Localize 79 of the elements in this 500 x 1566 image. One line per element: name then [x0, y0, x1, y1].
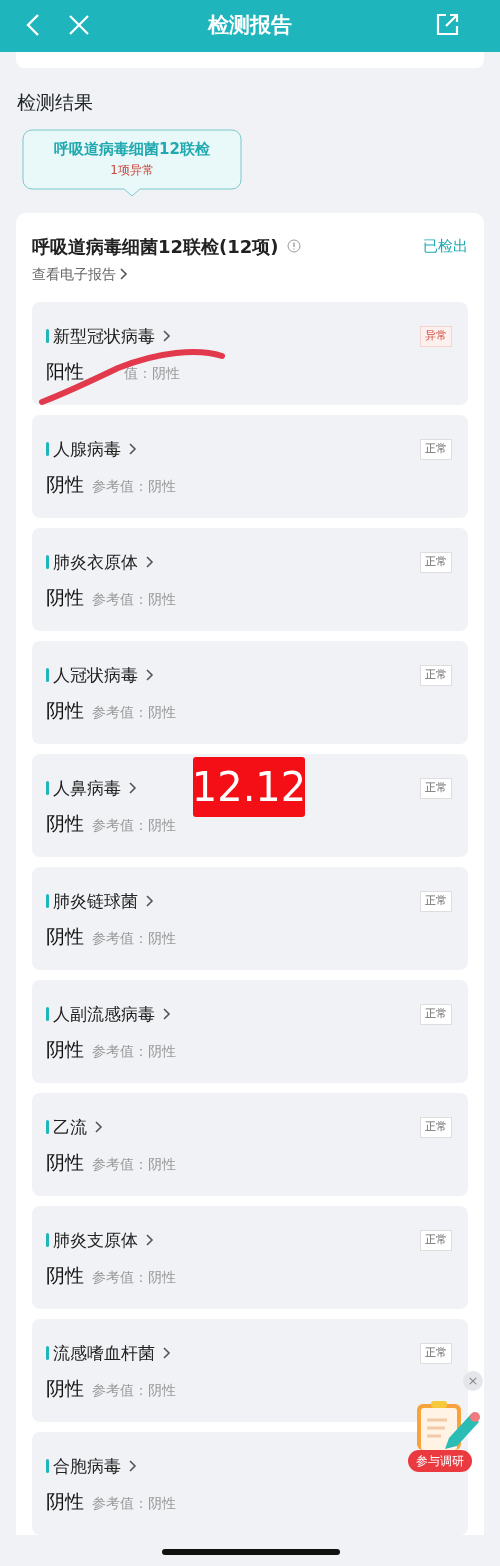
accent-bar: [46, 1007, 49, 1022]
status-tag: 正常: [420, 1004, 452, 1025]
result-text: 阴性: [46, 1150, 84, 1175]
chevron-right-icon: [146, 1234, 154, 1247]
reference-text: 参考值：阴性: [92, 1042, 176, 1061]
reference-text: 参考值：阴性: [92, 816, 176, 835]
accent-bar: [46, 781, 49, 796]
status-tag: 正常: [420, 778, 452, 799]
chevron-right-icon: [95, 1121, 103, 1134]
item-link[interactable]: 新型冠状病毒: [53, 323, 171, 349]
chevron-right-icon: [163, 1347, 171, 1360]
item-link[interactable]: 人腺病毒: [53, 436, 137, 462]
item-link[interactable]: 乙流: [53, 1114, 103, 1140]
status-tag: 异常: [420, 326, 452, 347]
item-link[interactable]: 肺炎衣原体: [53, 549, 154, 575]
chevron-right-icon: [163, 1008, 171, 1021]
reference-text: 参考值：阴性: [92, 1381, 176, 1400]
chevron-right-icon: [146, 669, 154, 682]
reference-text: 参考值：阴性: [92, 1268, 176, 1287]
accent-bar: [46, 1233, 49, 1248]
item-link[interactable]: 合胞病毒: [53, 1453, 137, 1479]
reference-text: 参考值：阴性: [92, 703, 176, 722]
result-text: 阴性: [46, 472, 84, 497]
chevron-right-icon: [163, 330, 171, 343]
accent-bar: [46, 894, 49, 909]
back-icon[interactable]: [26, 13, 40, 37]
close-icon[interactable]: [69, 15, 89, 35]
result-text: 阴性: [46, 1037, 84, 1062]
status-tag: 正常: [420, 439, 452, 460]
item-link[interactable]: 肺炎链球菌: [53, 888, 154, 914]
item-link[interactable]: 流感嗜血杆菌: [53, 1340, 171, 1366]
result-text: 阴性: [46, 1263, 84, 1288]
info-icon[interactable]: [286, 239, 301, 253]
status-tag: 正常: [420, 1230, 452, 1251]
chevron-right-icon: [129, 1460, 137, 1473]
survey-button[interactable]: 参与调研: [408, 1450, 472, 1472]
chevron-right-icon: [120, 268, 128, 280]
status-tag: 正常: [420, 891, 452, 912]
item-link[interactable]: 肺炎支原体: [53, 1227, 154, 1253]
status-tag: 正常: [420, 1343, 452, 1364]
section-title: 检测结果: [17, 90, 94, 115]
clipboard-pencil-icon[interactable]: [415, 1400, 481, 1450]
chevron-right-icon: [146, 895, 154, 908]
reference-text: 值：阴性: [124, 364, 180, 383]
result-text: 阳性: [46, 359, 84, 384]
accent-bar: [46, 329, 49, 344]
result-text: 阴性: [46, 1376, 84, 1401]
item-link[interactable]: 人鼻病毒: [53, 775, 137, 801]
report-link[interactable]: 查看电子报告: [32, 263, 128, 285]
result-text: 阴性: [46, 585, 84, 610]
item-link[interactable]: 人副流感病毒: [53, 1001, 171, 1027]
chevron-right-icon: [129, 782, 137, 795]
result-text: 阴性: [46, 1489, 84, 1514]
status-tag: 正常: [420, 1117, 452, 1138]
result-text: 阴性: [46, 698, 84, 723]
reference-text: 参考值：阴性: [92, 929, 176, 948]
result-text: 阴性: [46, 924, 84, 949]
panel-title: 呼吸道病毒细菌12联检(12项): [32, 234, 279, 259]
reference-text: 参考值：阴性: [92, 477, 176, 496]
accent-bar: [46, 668, 49, 683]
chevron-right-icon: [146, 556, 154, 569]
chevron-right-icon: [129, 443, 137, 456]
test-tab[interactable]: 呼吸道病毒细菌12联检 1项异常: [22, 128, 242, 197]
result-text: 阴性: [46, 811, 84, 836]
share-icon[interactable]: [435, 12, 460, 37]
accent-bar: [46, 555, 49, 570]
reference-text: 参考值：阴性: [92, 1155, 176, 1174]
item-link[interactable]: 人冠状病毒: [53, 662, 154, 688]
reference-text: 参考值：阴性: [92, 1494, 176, 1513]
accent-bar: [46, 1459, 49, 1474]
status-tag: 正常: [420, 552, 452, 573]
reference-text: 参考值：阴性: [92, 590, 176, 609]
accent-bar: [46, 1120, 49, 1135]
accent-bar: [46, 1346, 49, 1361]
status-label: 已检出: [423, 235, 468, 257]
page-title: 检测报告: [208, 12, 292, 40]
accent-bar: [46, 442, 49, 457]
date-sticker: 12.12: [193, 757, 305, 817]
status-tag: 正常: [420, 665, 452, 686]
